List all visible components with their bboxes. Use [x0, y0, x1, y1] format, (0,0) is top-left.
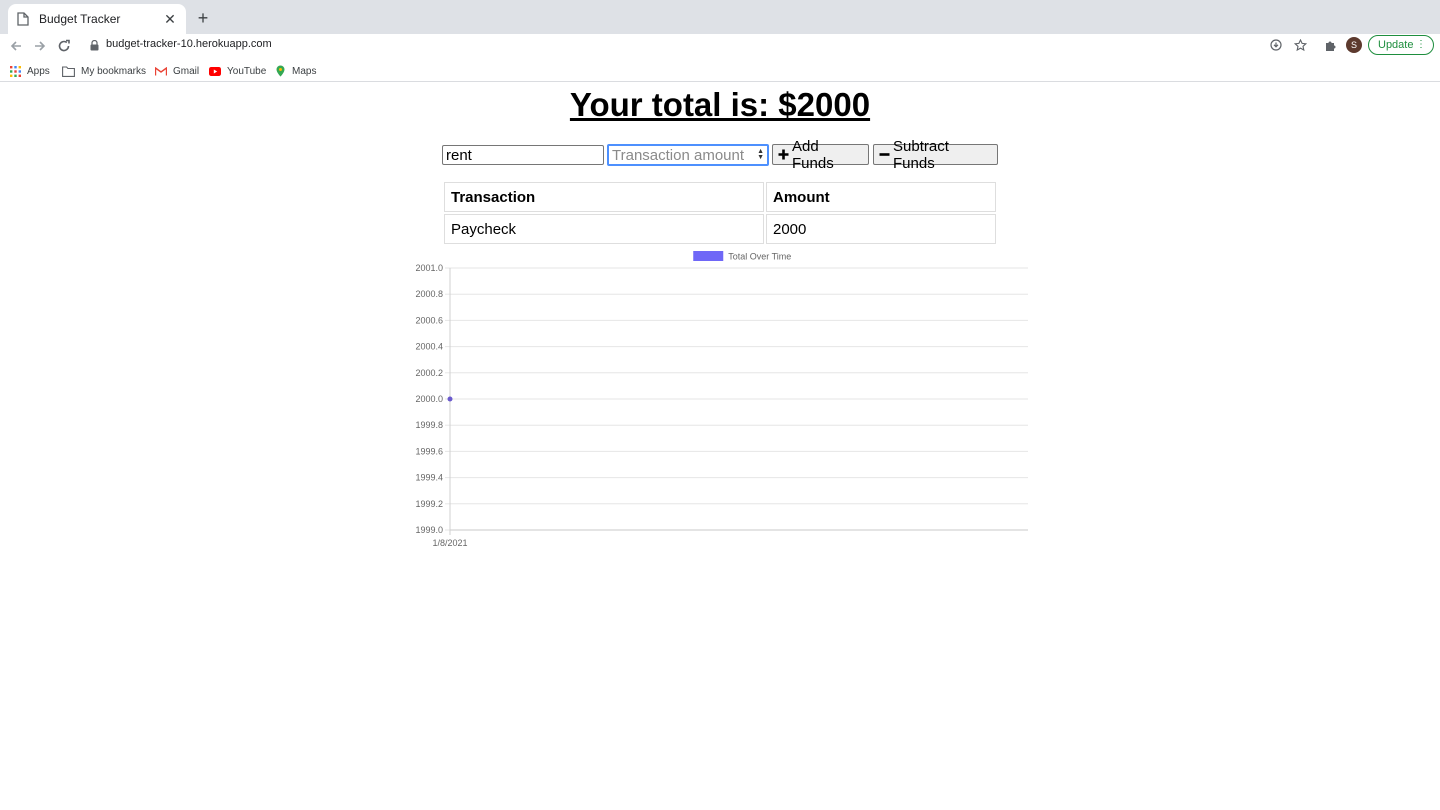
add-funds-label: Add Funds — [792, 137, 834, 172]
bookmark-label: My bookmarks — [81, 65, 147, 77]
y-tick-label: 1999.0 — [415, 525, 443, 535]
new-tab-icon[interactable]: + — [193, 8, 213, 28]
bookmark-label: YouTube — [227, 65, 267, 77]
add-funds-button[interactable]: Add Funds — [772, 138, 869, 172]
folder-icon — [62, 65, 75, 77]
tab-title: Budget Tracker — [39, 12, 121, 26]
legend-label: Total Over Time — [728, 252, 791, 262]
forward-arrow-icon[interactable] — [30, 36, 50, 56]
bookmark-youtube[interactable]: YouTube — [209, 63, 266, 79]
data-point — [447, 396, 453, 402]
y-tick-label: 2000.2 — [415, 368, 443, 378]
y-tick-label: 1999.4 — [415, 473, 443, 483]
subtract-funds-label: Subtract Funds — [893, 137, 949, 172]
address-bar[interactable]: budget-tracker-10.herokuapp.com — [84, 34, 1320, 56]
bookmark-maps[interactable]: Maps — [275, 63, 316, 79]
back-arrow-icon[interactable] — [6, 36, 26, 56]
table-header-row: Transaction Amount — [444, 182, 996, 212]
number-spinner-icon[interactable]: ▲ ▼ — [757, 148, 764, 161]
total-heading: Your total is: $2000 — [569, 86, 871, 123]
lock-icon — [90, 38, 99, 56]
transaction-amount-cell: 2000 — [766, 214, 996, 244]
column-header-transaction: Transaction — [444, 182, 764, 212]
y-tick-label: 2000.8 — [415, 289, 443, 299]
y-tick-label: 2000.6 — [415, 315, 443, 325]
y-tick-label: 2001.0 — [415, 263, 443, 273]
extensions-puzzle-icon[interactable] — [1322, 37, 1338, 53]
y-tick-label: 2000.0 — [415, 394, 443, 404]
plus-icon — [778, 149, 789, 160]
total-over-time-chart: Total Over Time 2001.0 2000.8 2000.6 2000.4 2… — [400, 248, 1040, 553]
bookmark-star-icon[interactable] — [1292, 37, 1308, 53]
transaction-amount-placeholder: Transaction amount — [612, 146, 745, 164]
page-favicon-icon — [16, 12, 30, 26]
subtract-funds-button[interactable]: Subtract Funds — [873, 138, 998, 172]
transactions-table: Transaction Amount Paycheck 2000 — [442, 180, 998, 246]
bookmark-label: Gmail — [173, 65, 200, 77]
maps-icon — [275, 65, 286, 77]
profile-avatar[interactable]: S — [1346, 37, 1362, 53]
bookmark-gmail[interactable]: Gmail — [155, 63, 199, 79]
x-tick-label: 1/8/2021 — [432, 538, 467, 548]
y-tick-label: 2000.4 — [415, 342, 443, 352]
bookmark-my-bookmarks[interactable]: My bookmarks — [62, 63, 146, 79]
youtube-icon — [209, 66, 221, 76]
apps-grid-icon — [10, 65, 21, 77]
update-browser-button[interactable]: Update ⋮ — [1368, 35, 1434, 55]
browser-tab-budget-tracker[interactable]: Budget Tracker ✕ — [8, 4, 186, 34]
url-text: budget-tracker-10.herokuapp.com — [106, 38, 272, 50]
transaction-name-value: rent — [446, 146, 472, 164]
bookmarks-bar: Apps My bookmarks Gmail YouTube Maps — [0, 60, 1440, 82]
legend-swatch — [693, 251, 724, 261]
minus-icon — [879, 149, 890, 160]
y-tick-label: 1999.8 — [415, 420, 443, 430]
browser-toolbar: budget-tracker-10.herokuapp.com — [0, 34, 1440, 58]
bookmark-apps[interactable]: Apps — [10, 63, 50, 79]
bookmark-label: Apps — [27, 65, 50, 77]
y-tick-label: 1999.2 — [415, 499, 443, 509]
transaction-amount-input[interactable]: Transaction amount ▲ ▼ — [607, 144, 769, 166]
more-menu-icon[interactable]: ⋮ — [1416, 39, 1426, 51]
table-row: Paycheck 2000 — [444, 214, 996, 244]
install-app-icon[interactable] — [1268, 37, 1284, 53]
chart-canvas: Total Over Time 2001.0 2000.8 2000.6 2000.4 2… — [415, 251, 1028, 548]
update-label: Update — [1378, 39, 1414, 51]
transaction-name-input[interactable]: rent — [442, 145, 604, 165]
bookmark-label: Maps — [292, 65, 317, 77]
column-header-amount: Amount — [766, 182, 996, 212]
close-tab-icon[interactable]: ✕ — [162, 11, 178, 27]
tab-strip: Budget Tracker ✕ + — [0, 0, 1440, 34]
gmail-icon — [155, 66, 167, 76]
reload-icon[interactable] — [54, 36, 74, 56]
y-tick-label: 1999.6 — [415, 446, 443, 456]
transaction-name-cell: Paycheck — [444, 214, 764, 244]
